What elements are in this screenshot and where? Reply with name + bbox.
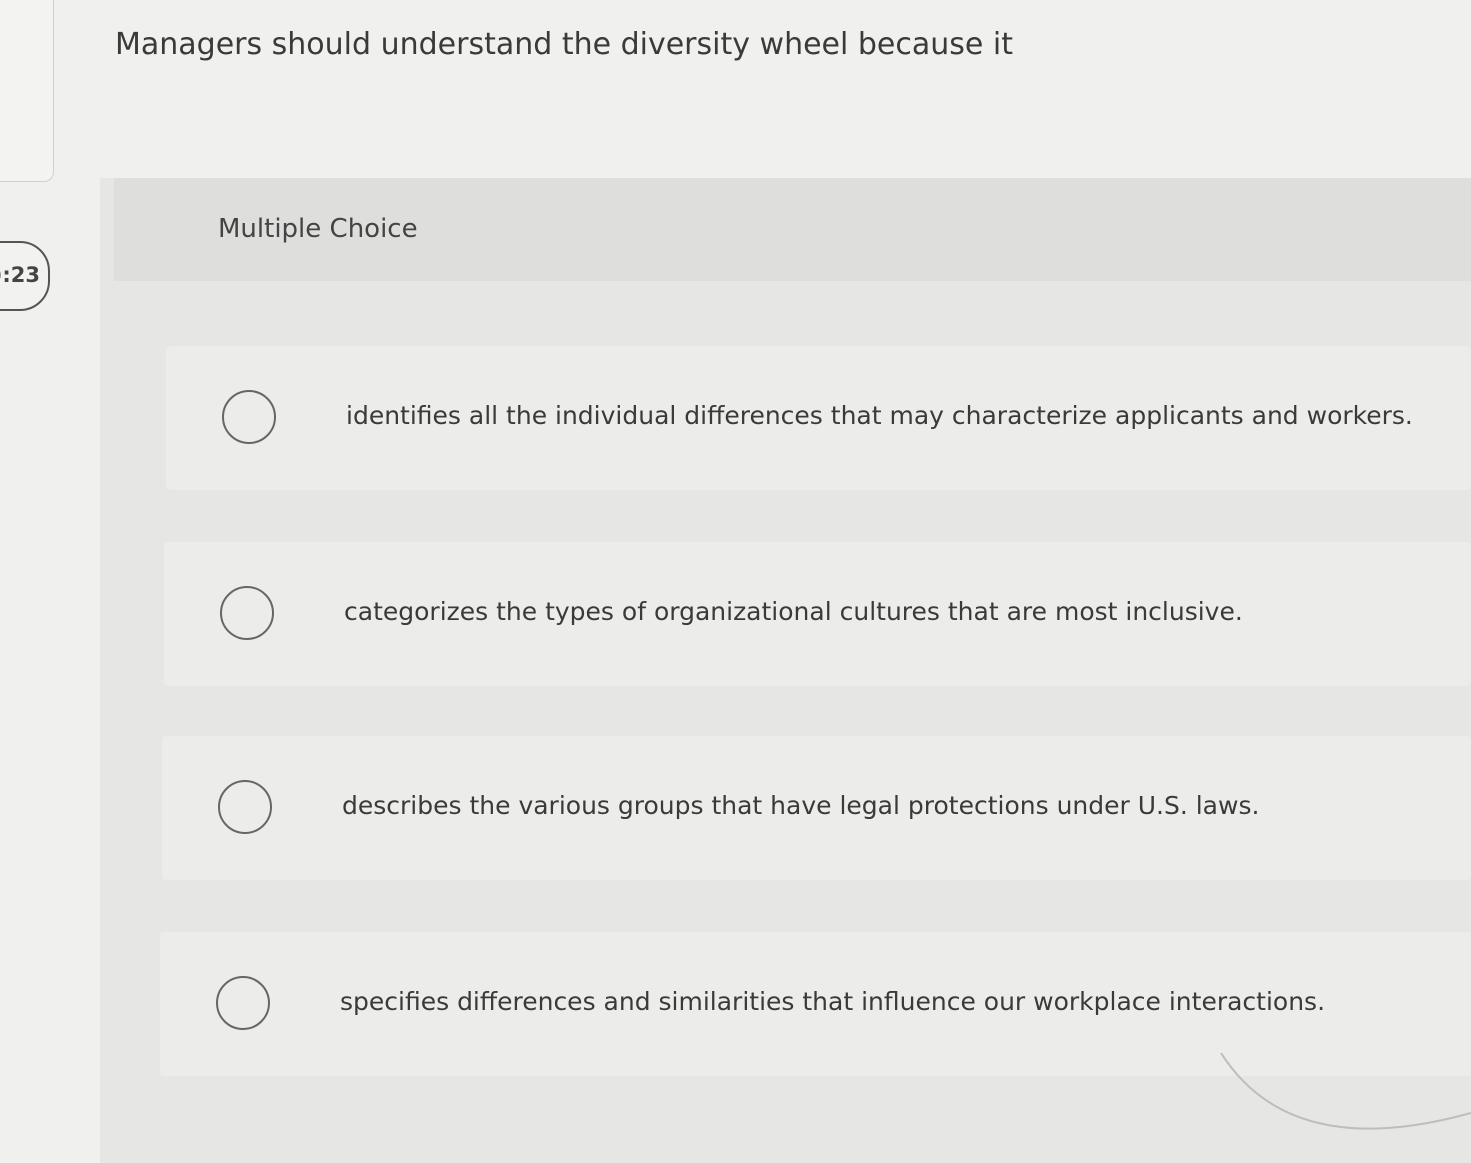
- screen-glare-arc: [1220, 1053, 1471, 1130]
- radio-button[interactable]: [220, 586, 274, 640]
- side-panel: [0, 0, 54, 182]
- radio-button[interactable]: [218, 780, 272, 834]
- answer-option-2[interactable]: categorizes the types of organizational …: [164, 542, 1471, 686]
- answer-option-label: describes the various groups that have l…: [342, 791, 1260, 820]
- question-type-label: Multiple Choice: [218, 214, 418, 244]
- multiple-choice-panel: Multiple Choice identifies all the indiv…: [100, 178, 1471, 1163]
- answer-option-label: categorizes the types of organizational …: [344, 597, 1243, 626]
- radio-button[interactable]: [216, 976, 270, 1030]
- panel-header: Multiple Choice: [114, 178, 1471, 281]
- timer-text: ):23: [0, 263, 40, 287]
- answer-option-1[interactable]: identifies all the individual difference…: [166, 346, 1471, 490]
- timer-badge: ):23: [0, 241, 50, 311]
- question-prompt: Managers should understand the diversity…: [115, 27, 1013, 62]
- answer-option-label: identifies all the individual difference…: [346, 401, 1413, 430]
- answer-option-label: specifies differences and similarities t…: [340, 987, 1326, 1016]
- radio-button[interactable]: [222, 390, 276, 444]
- answer-option-3[interactable]: describes the various groups that have l…: [162, 736, 1471, 880]
